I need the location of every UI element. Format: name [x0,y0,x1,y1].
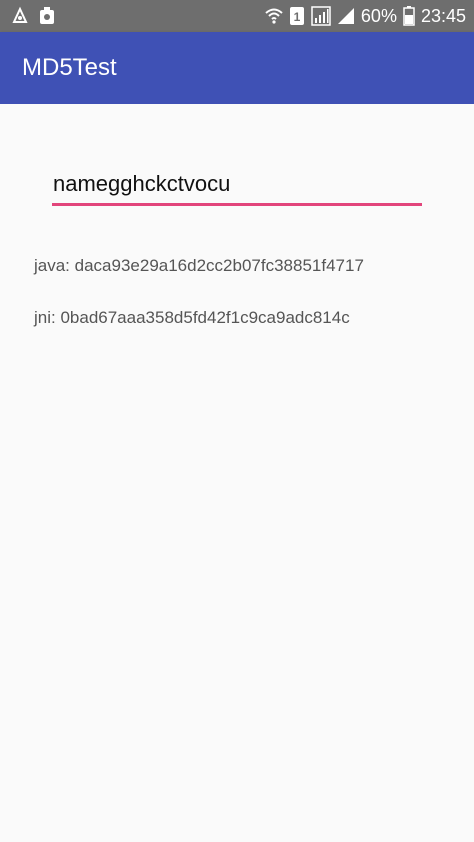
input-underline [52,203,422,206]
battery-percent: 60% [360,6,397,26]
usb-debugging-icon [10,6,30,26]
app-bar: MD5Test [0,32,474,104]
battery-icon [403,6,415,26]
md5-input-field[interactable] [52,164,422,204]
signal-strength-icon-1 [311,6,331,26]
text-input-container[interactable] [52,164,422,206]
sim-card-icon: 1 [289,6,305,26]
app-title: MD5Test [22,54,117,81]
signal-strength-icon-2 [337,7,355,25]
sim-slot-number: 1 [294,10,301,24]
system-icons: 1 60% 23:45 [265,4,466,28]
notification-icons [10,6,56,26]
android-notification-icon [38,6,56,26]
java-result-text: java: daca93e29a16d2cc2b07fc38851f4717 [34,256,364,275]
clock: 23:45 [420,6,466,26]
main-content: java: daca93e29a16d2cc2b07fc38851f4717 j… [0,104,474,842]
wifi-icon [265,7,283,25]
jni-result-text: jni: 0bad67aaa358d5fd42f1c9ca9adc814c [34,308,350,327]
status-bar: 1 60% 23:45 [0,0,474,32]
